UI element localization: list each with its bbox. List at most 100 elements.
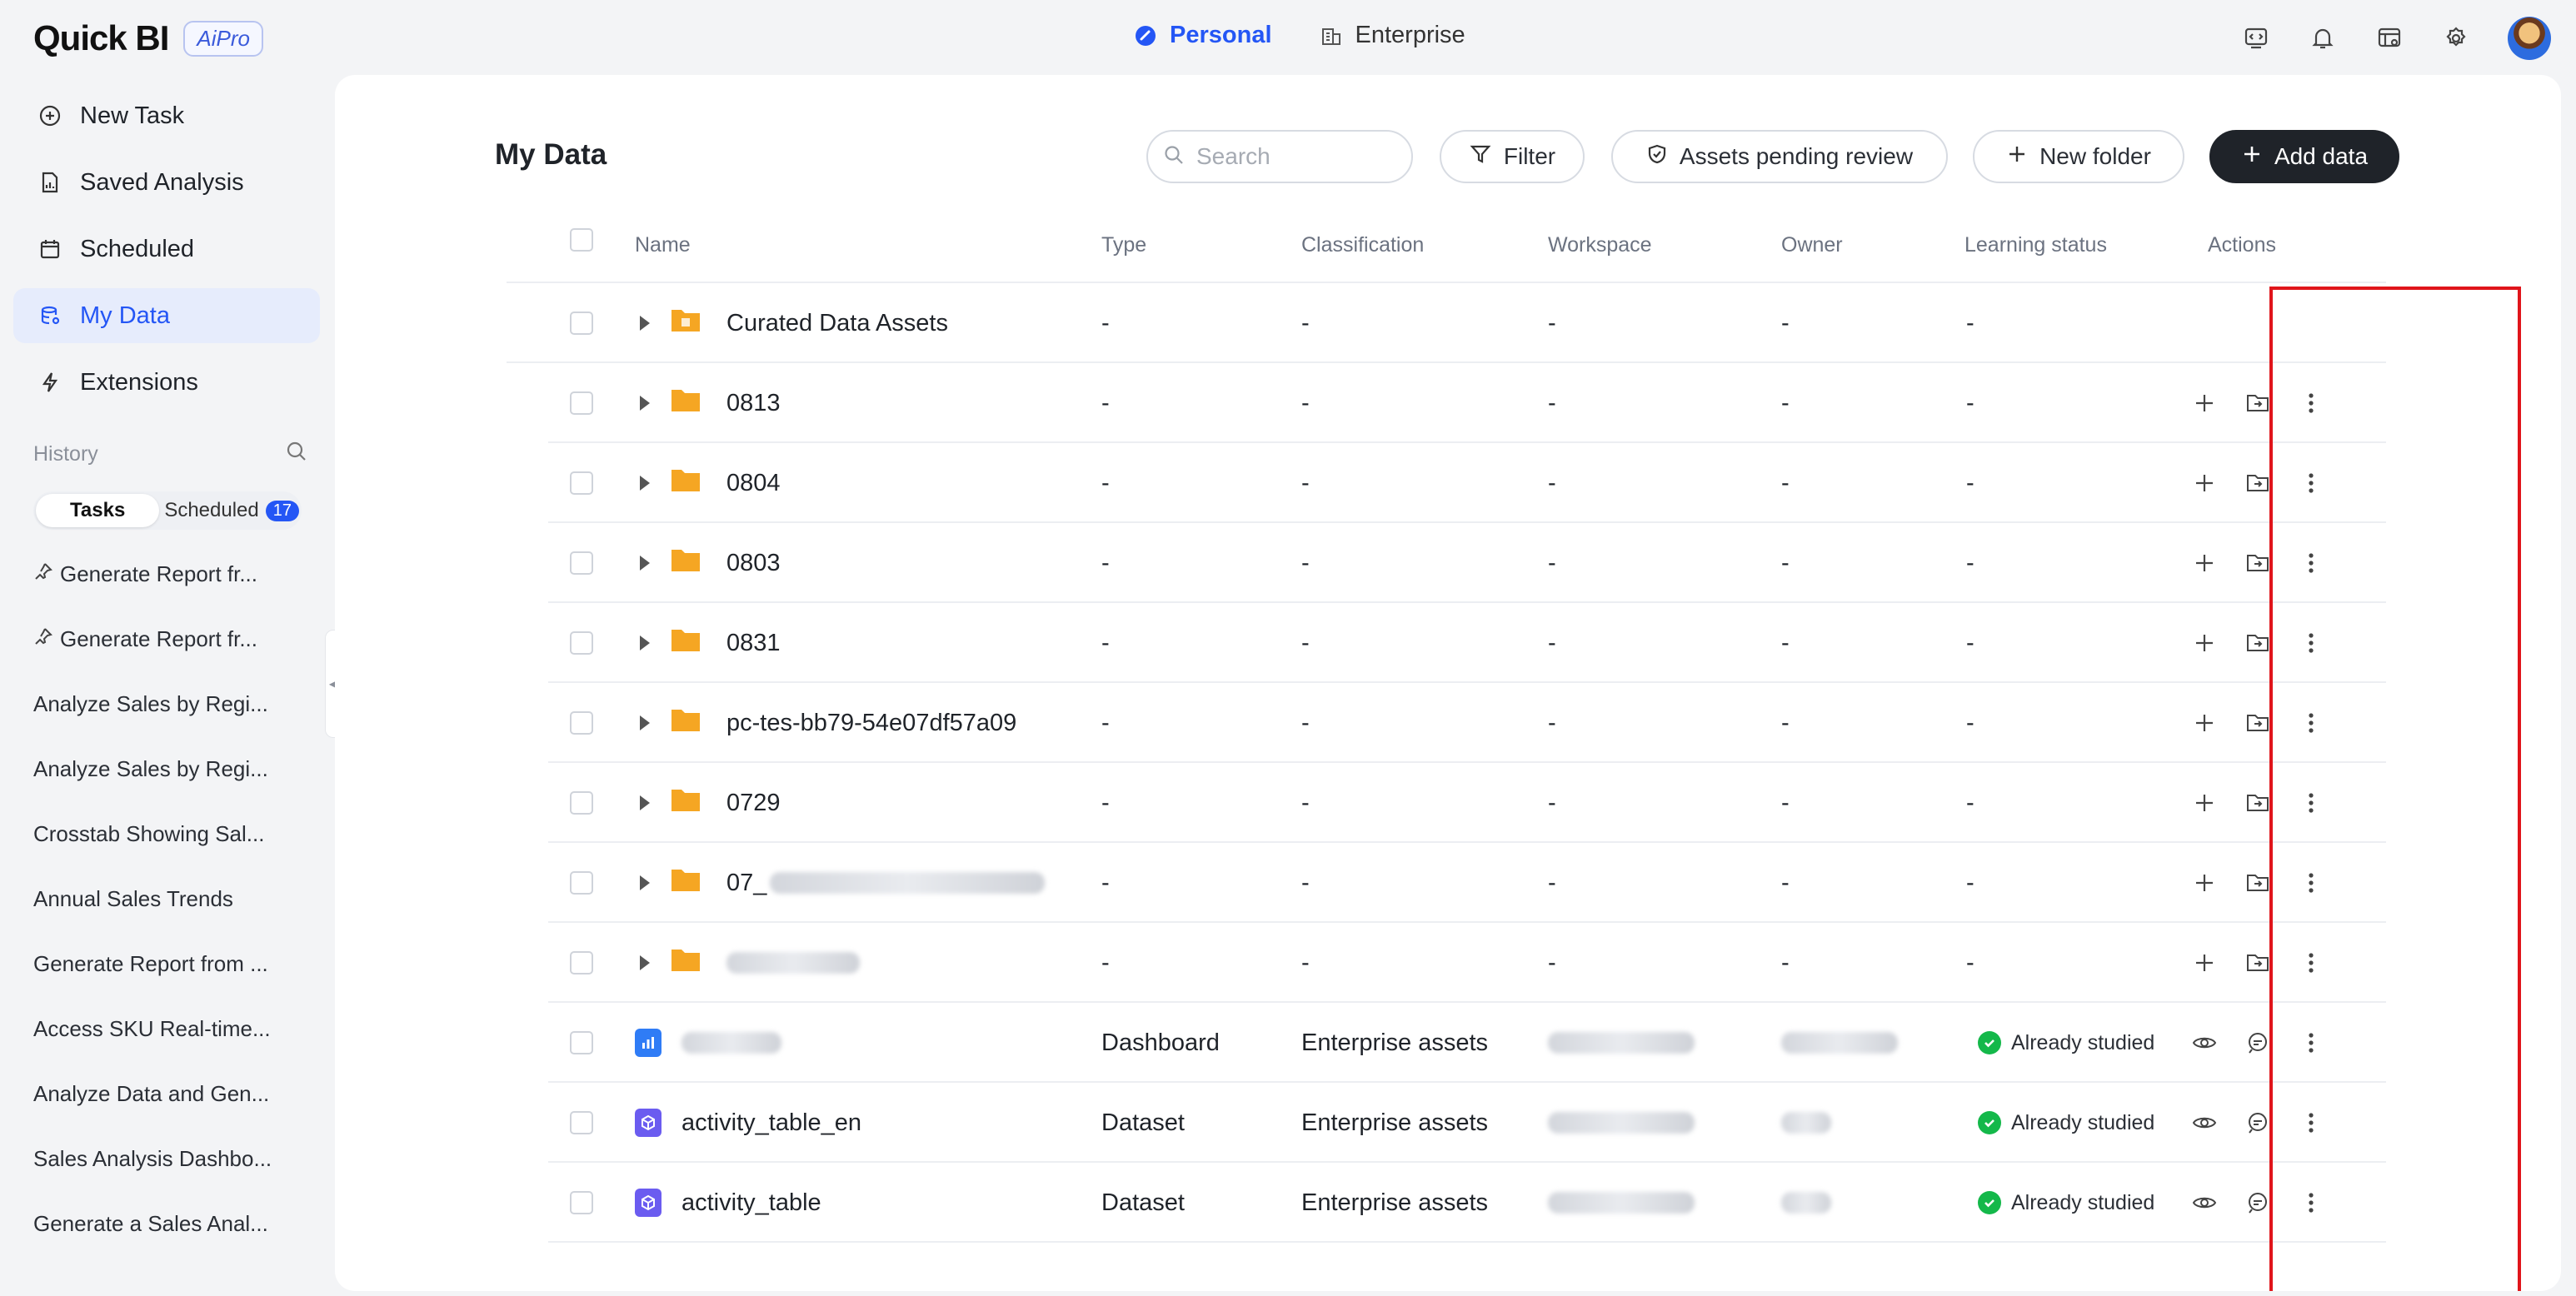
row-checkbox[interactable] bbox=[570, 1111, 593, 1134]
expand-caret-icon[interactable] bbox=[640, 396, 650, 411]
row-checkbox[interactable] bbox=[570, 1031, 593, 1054]
search-box[interactable] bbox=[1146, 130, 1413, 183]
row-name[interactable]: 07_ bbox=[726, 870, 766, 897]
row-name[interactable]: activity_table_en bbox=[681, 1083, 861, 1163]
more-options-icon[interactable] bbox=[2294, 946, 2328, 979]
tab-scheduled[interactable]: Scheduled 17 bbox=[159, 494, 299, 527]
history-item[interactable]: Crosstab Showing Sal... bbox=[33, 821, 300, 847]
row-name[interactable]: 0804 bbox=[726, 443, 781, 523]
row-checkbox[interactable] bbox=[570, 791, 593, 815]
logo[interactable]: Quick BI AiPro bbox=[33, 18, 263, 58]
row-name[interactable]: Curated Data Assets bbox=[726, 283, 948, 363]
row-name[interactable]: pc-tes-bb79-54e07df57a09 bbox=[726, 683, 1016, 763]
history-item[interactable]: Generate Report fr... bbox=[33, 561, 300, 587]
row-checkbox[interactable] bbox=[570, 471, 593, 495]
sidebar-item-extensions[interactable]: Extensions bbox=[13, 355, 320, 410]
history-item[interactable]: Generate Report from ... bbox=[33, 951, 300, 977]
more-options-icon[interactable] bbox=[2294, 386, 2328, 420]
history-item[interactable]: Generate Report fr... bbox=[33, 626, 300, 652]
row-checkbox[interactable] bbox=[570, 551, 593, 575]
more-options-icon[interactable] bbox=[2294, 1106, 2328, 1139]
table-row[interactable]: 0803 - - - - - bbox=[548, 523, 2386, 603]
row-name[interactable]: activity_table bbox=[681, 1163, 821, 1243]
more-options-icon[interactable] bbox=[2294, 546, 2328, 580]
history-item[interactable]: Access SKU Real-time... bbox=[33, 1016, 300, 1042]
move-to-folder-icon[interactable] bbox=[2241, 706, 2274, 740]
sidebar-item-scheduled[interactable]: Scheduled bbox=[13, 222, 320, 277]
chat-icon[interactable] bbox=[2241, 1106, 2274, 1139]
row-checkbox[interactable] bbox=[570, 312, 593, 335]
search-input[interactable] bbox=[1196, 143, 1388, 170]
chat-icon[interactable] bbox=[2241, 1026, 2274, 1059]
add-icon[interactable] bbox=[2188, 626, 2221, 660]
more-options-icon[interactable] bbox=[2294, 626, 2328, 660]
eye-icon[interactable] bbox=[2188, 1186, 2221, 1219]
move-to-folder-icon[interactable] bbox=[2241, 866, 2274, 900]
tab-tasks[interactable]: Tasks bbox=[36, 494, 160, 527]
row-name[interactable]: 0813 bbox=[726, 363, 781, 443]
eye-icon[interactable] bbox=[2188, 1026, 2221, 1059]
avatar[interactable] bbox=[2508, 17, 2551, 60]
new-folder-button[interactable]: New folder bbox=[1973, 130, 2184, 183]
row-checkbox[interactable] bbox=[570, 951, 593, 974]
mode-enterprise[interactable]: Enterprise bbox=[1319, 22, 1465, 49]
add-icon[interactable] bbox=[2188, 546, 2221, 580]
code-screen-icon[interactable] bbox=[2241, 23, 2271, 53]
more-options-icon[interactable] bbox=[2294, 706, 2328, 740]
table-row[interactable]: - - - - - bbox=[548, 923, 2386, 1003]
history-item[interactable]: Analyze Data and Gen... bbox=[33, 1081, 300, 1107]
history-item[interactable]: Annual Sales Trends bbox=[33, 886, 300, 912]
add-icon[interactable] bbox=[2188, 866, 2221, 900]
table-row[interactable]: pc-tes-bb79-54e07df57a09 - - - - - bbox=[548, 683, 2386, 763]
table-row[interactable]: 0813 - - - - - bbox=[548, 363, 2386, 443]
dashboard-settings-icon[interactable] bbox=[2374, 23, 2404, 53]
row-name[interactable]: 0729 bbox=[726, 763, 781, 843]
expand-caret-icon[interactable] bbox=[640, 795, 650, 810]
bell-icon[interactable] bbox=[2308, 23, 2338, 53]
row-checkbox[interactable] bbox=[570, 391, 593, 415]
sidebar-item-my-data[interactable]: My Data bbox=[13, 288, 320, 343]
search-icon[interactable] bbox=[285, 440, 308, 469]
table-row[interactable]: activity_table_en Dataset Enterprise ass… bbox=[548, 1083, 2386, 1163]
add-icon[interactable] bbox=[2188, 786, 2221, 820]
move-to-folder-icon[interactable] bbox=[2241, 626, 2274, 660]
more-options-icon[interactable] bbox=[2294, 786, 2328, 820]
gear-icon[interactable] bbox=[2441, 23, 2471, 53]
expand-caret-icon[interactable] bbox=[640, 476, 650, 491]
eye-icon[interactable] bbox=[2188, 1106, 2221, 1139]
move-to-folder-icon[interactable] bbox=[2241, 546, 2274, 580]
move-to-folder-icon[interactable] bbox=[2241, 786, 2274, 820]
add-icon[interactable] bbox=[2188, 946, 2221, 979]
sidebar-item-saved-analysis[interactable]: Saved Analysis bbox=[13, 155, 320, 210]
table-row[interactable]: 0804 - - - - - bbox=[548, 443, 2386, 523]
table-row[interactable]: Dashboard Enterprise assets Already stud… bbox=[548, 1003, 2386, 1083]
row-name[interactable]: 0803 bbox=[726, 523, 781, 603]
sidebar-item-new-task[interactable]: New Task bbox=[13, 88, 320, 143]
expand-caret-icon[interactable] bbox=[640, 556, 650, 571]
row-checkbox[interactable] bbox=[570, 1191, 593, 1214]
table-row[interactable]: 0729 - - - - - bbox=[548, 763, 2386, 843]
add-icon[interactable] bbox=[2188, 706, 2221, 740]
move-to-folder-icon[interactable] bbox=[2241, 386, 2274, 420]
row-name[interactable]: 0831 bbox=[726, 603, 781, 683]
history-item[interactable]: Sales Analysis Dashbo... bbox=[33, 1146, 300, 1172]
row-checkbox[interactable] bbox=[570, 631, 593, 655]
table-row[interactable]: Curated Data Assets - - - - - bbox=[507, 283, 2386, 363]
history-item[interactable]: Analyze Sales by Regi... bbox=[33, 691, 300, 717]
more-options-icon[interactable] bbox=[2294, 1026, 2328, 1059]
row-checkbox[interactable] bbox=[570, 711, 593, 735]
expand-caret-icon[interactable] bbox=[640, 875, 650, 890]
more-options-icon[interactable] bbox=[2294, 866, 2328, 900]
more-options-icon[interactable] bbox=[2294, 466, 2328, 500]
expand-caret-icon[interactable] bbox=[640, 715, 650, 730]
add-icon[interactable] bbox=[2188, 386, 2221, 420]
expand-caret-icon[interactable] bbox=[640, 955, 650, 970]
table-row[interactable]: 07_ - - - - - bbox=[548, 843, 2386, 923]
move-to-folder-icon[interactable] bbox=[2241, 946, 2274, 979]
add-data-button[interactable]: Add data bbox=[2209, 130, 2399, 183]
more-options-icon[interactable] bbox=[2294, 1186, 2328, 1219]
mode-personal[interactable]: Personal bbox=[1133, 22, 1272, 49]
assets-pending-review-button[interactable]: Assets pending review bbox=[1611, 130, 1948, 183]
history-item[interactable]: Analyze Sales by Regi... bbox=[33, 756, 300, 782]
add-icon[interactable] bbox=[2188, 466, 2221, 500]
